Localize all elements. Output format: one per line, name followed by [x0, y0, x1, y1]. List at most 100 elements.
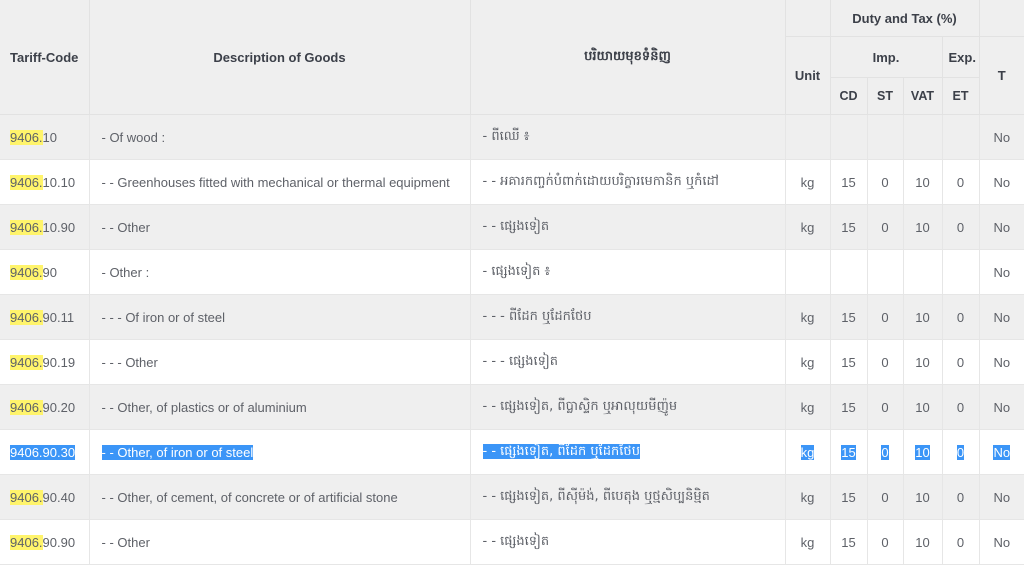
table-row[interactable]: 9406.90.11 - - - Of iron or of steel - - -… — [0, 294, 1024, 340]
cell-vat[interactable]: 10 — [903, 294, 943, 340]
table-row[interactable]: 9406.10.90 - - Other - - ផ្សេងទៀត kg 15 0 10 0 N… — [0, 204, 1024, 250]
cell-cd[interactable]: 15 — [830, 294, 868, 340]
cell-tariff-code[interactable]: 9406.10 — [0, 114, 90, 160]
cell-description-khmer[interactable]: - - ផ្សេងទៀត, ពីដែក ឬដែកថែប — [470, 429, 786, 475]
cell-vat[interactable]: 10 — [903, 519, 943, 565]
cell-vat[interactable]: 10 — [903, 474, 943, 520]
cell-et[interactable]: 0 — [942, 384, 980, 430]
cell-vat[interactable]: 10 — [903, 384, 943, 430]
cell-tariff-code[interactable]: 9406.10.90 — [0, 204, 90, 250]
table-row[interactable]: 9406.90.19 - - - Other - - - ផ្សេងទៀត kg 15 0… — [0, 339, 1024, 385]
cell-description[interactable]: - Other : — [89, 249, 471, 295]
cell-st[interactable]: 0 — [867, 339, 904, 385]
cell-tariff-code[interactable]: 9406.10.10 — [0, 159, 90, 205]
cell-description[interactable]: - - Other, of cement, of concrete or of … — [89, 474, 471, 520]
cell-cd[interactable]: 15 — [830, 384, 868, 430]
cell-st[interactable]: 0 — [867, 204, 904, 250]
cell-vat[interactable]: 10 — [903, 204, 943, 250]
cell-t[interactable]: No — [979, 519, 1024, 565]
table-row[interactable]: 9406.90.20 - - Other, of plastics or of a… — [0, 384, 1024, 430]
cell-et[interactable]: 0 — [942, 474, 980, 520]
table-row[interactable]: 9406.10 - Of wood : - ពីឈើ ៖ No — [0, 114, 1024, 160]
cell-t[interactable]: No — [979, 384, 1024, 430]
cell-description-khmer[interactable]: - - - ពីដែក ឬដែកថែប — [470, 294, 786, 340]
column-header-et[interactable]: ET — [942, 77, 980, 115]
cell-st[interactable]: 0 — [867, 429, 904, 475]
cell-cd[interactable] — [830, 249, 868, 295]
cell-description-khmer[interactable]: - - ផ្សេងទៀត, ពីស៊ីម៉ង់, ពីបេតុង ឬថ្មសិប… — [470, 474, 786, 520]
cell-unit[interactable]: kg — [785, 159, 831, 205]
cell-t[interactable]: No — [979, 114, 1024, 160]
cell-tariff-code[interactable]: 9406.90.20 — [0, 384, 90, 430]
cell-et[interactable]: 0 — [942, 429, 980, 475]
cell-et[interactable]: 0 — [942, 204, 980, 250]
cell-unit[interactable]: kg — [785, 429, 831, 475]
cell-description[interactable]: - - - Of iron or of steel — [89, 294, 471, 340]
cell-st[interactable]: 0 — [867, 474, 904, 520]
cell-vat[interactable]: 10 — [903, 339, 943, 385]
cell-tariff-code[interactable]: 9406.90.40 — [0, 474, 90, 520]
cell-description-khmer[interactable]: - - ផ្សេងទៀត — [470, 204, 786, 250]
cell-tariff-code[interactable]: 9406.90 — [0, 249, 90, 295]
cell-description-khmer[interactable]: - ផ្សេងទៀត ៖ — [470, 249, 786, 295]
cell-st[interactable]: 0 — [867, 519, 904, 565]
column-header-cd[interactable]: CD — [830, 77, 868, 115]
cell-description[interactable]: - - Greenhouses fitted with mechanical o… — [89, 159, 471, 205]
cell-vat[interactable] — [903, 249, 943, 295]
cell-description-khmer[interactable]: - ពីឈើ ៖ — [470, 114, 786, 160]
cell-t[interactable]: No — [979, 429, 1024, 475]
cell-st[interactable]: 0 — [867, 294, 904, 340]
cell-et[interactable]: 0 — [942, 294, 980, 340]
table-row[interactable]: 9406.90 - Other : - ផ្សេងទៀត ៖ No — [0, 249, 1024, 295]
cell-description-khmer[interactable]: - - អគារកញ្ចក់បំពាក់ដោយបរិក្ខារមេកានិក ឬ… — [470, 159, 786, 205]
cell-unit[interactable] — [785, 249, 831, 295]
cell-description-khmer[interactable]: - - - ផ្សេងទៀត — [470, 339, 786, 385]
cell-t[interactable]: No — [979, 249, 1024, 295]
cell-cd[interactable]: 15 — [830, 429, 868, 475]
cell-et[interactable]: 0 — [942, 339, 980, 385]
cell-cd[interactable]: 15 — [830, 519, 868, 565]
cell-description[interactable]: - Of wood : — [89, 114, 471, 160]
cell-unit[interactable]: kg — [785, 384, 831, 430]
cell-et[interactable]: 0 — [942, 519, 980, 565]
cell-unit[interactable]: kg — [785, 474, 831, 520]
cell-t[interactable]: No — [979, 474, 1024, 520]
cell-unit[interactable]: kg — [785, 519, 831, 565]
cell-unit[interactable]: kg — [785, 294, 831, 340]
cell-et[interactable] — [942, 114, 980, 160]
column-header-st[interactable]: ST — [867, 77, 904, 115]
cell-tariff-code[interactable]: 9406.90.90 — [0, 519, 90, 565]
cell-t[interactable]: No — [979, 204, 1024, 250]
cell-tariff-code[interactable]: 9406.90.30 — [0, 429, 90, 475]
cell-vat[interactable]: 10 — [903, 159, 943, 205]
table-row[interactable]: 9406.90.90 - - Other - - ផ្សេងទៀត kg 15 0 10 0 N… — [0, 519, 1024, 565]
cell-tariff-code[interactable]: 9406.90.11 — [0, 294, 90, 340]
cell-unit[interactable]: kg — [785, 204, 831, 250]
cell-vat[interactable]: 10 — [903, 429, 943, 475]
cell-unit[interactable]: kg — [785, 339, 831, 385]
cell-description[interactable]: - - Other — [89, 204, 471, 250]
cell-unit[interactable] — [785, 114, 831, 160]
column-header-unit[interactable]: Unit — [785, 36, 831, 115]
cell-cd[interactable]: 15 — [830, 159, 868, 205]
cell-t[interactable]: No — [979, 294, 1024, 340]
column-header-description-khmer[interactable]: បរិយាយមុខទំនិញ — [470, 0, 786, 115]
table-row[interactable]: 9406.90.30 - - Other, of iron or of steel… — [0, 429, 1024, 475]
cell-st[interactable]: 0 — [867, 384, 904, 430]
cell-description-khmer[interactable]: - - ផ្សេងទៀត — [470, 519, 786, 565]
cell-vat[interactable] — [903, 114, 943, 160]
cell-t[interactable]: No — [979, 339, 1024, 385]
column-header-description-of-goods[interactable]: Description of Goods — [89, 0, 471, 115]
column-header-tariff-code[interactable]: Tariff-Code — [0, 0, 90, 115]
cell-cd[interactable]: 15 — [830, 474, 868, 520]
cell-st[interactable] — [867, 249, 904, 295]
cell-description[interactable]: - - - Other — [89, 339, 471, 385]
cell-cd[interactable]: 15 — [830, 204, 868, 250]
cell-cd[interactable]: 15 — [830, 339, 868, 385]
cell-st[interactable]: 0 — [867, 159, 904, 205]
cell-description[interactable]: - - Other, of iron or of steel — [89, 429, 471, 475]
cell-st[interactable] — [867, 114, 904, 160]
cell-description[interactable]: - - Other — [89, 519, 471, 565]
cell-t[interactable]: No — [979, 159, 1024, 205]
table-row[interactable]: 9406.90.40 - - Other, of cement, of concr… — [0, 474, 1024, 520]
